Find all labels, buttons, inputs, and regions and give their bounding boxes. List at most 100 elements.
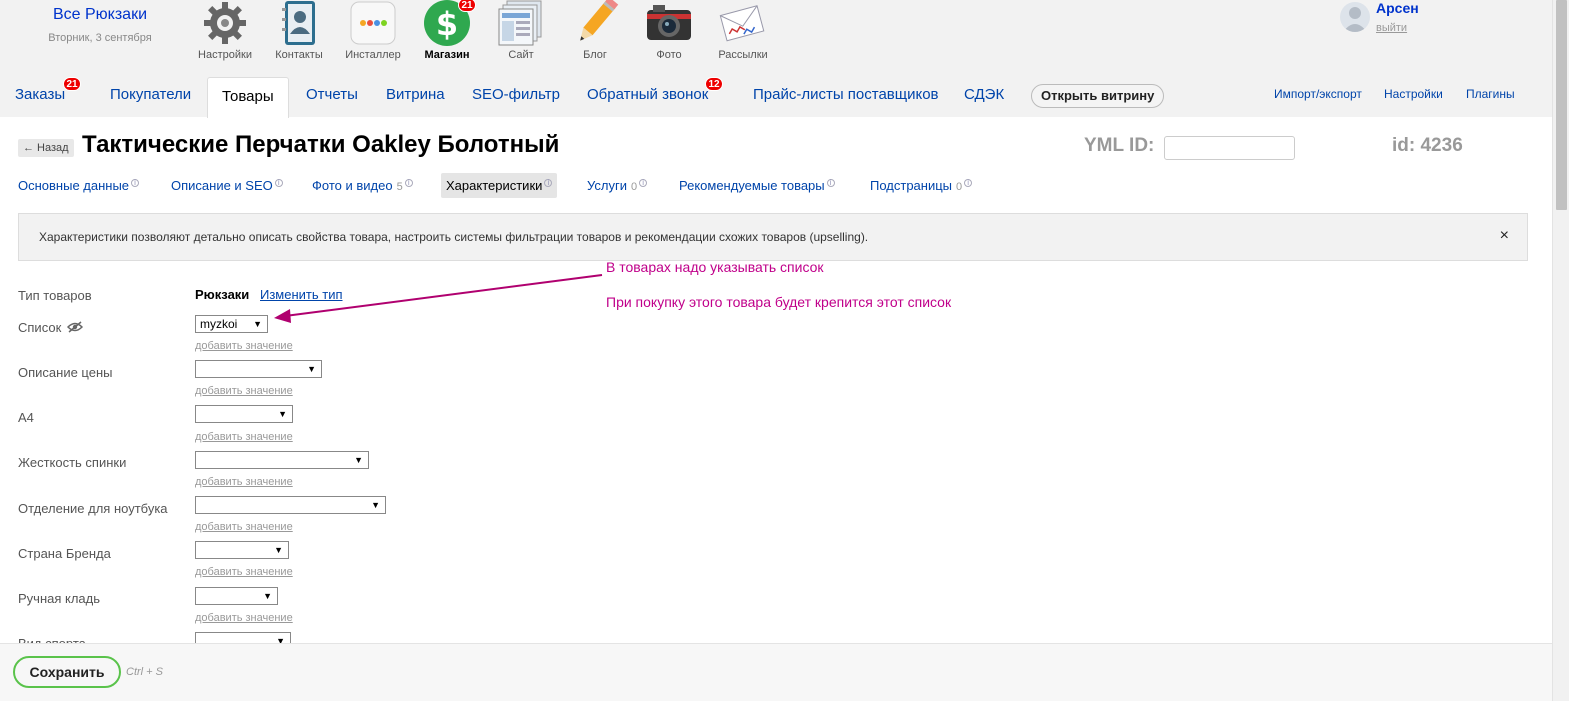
info-icon: i bbox=[826, 178, 835, 187]
app-photo[interactable]: Фото bbox=[638, 0, 700, 61]
nav-tab-orders[interactable]: Заказы 21 bbox=[15, 77, 81, 103]
save-bar: Сохранить Ctrl + S bbox=[0, 643, 1552, 701]
shop-dollar-icon: $ 21 bbox=[423, 0, 476, 46]
subtab-description-seo[interactable]: Описание и SEO i bbox=[171, 178, 283, 193]
nav-tab-label: Обратный звонок bbox=[587, 86, 709, 103]
back-button[interactable]: ← Назад bbox=[18, 139, 74, 157]
add-value-link[interactable]: добавить значение bbox=[195, 476, 293, 488]
feature-label-hand-luggage: Ручная кладь bbox=[18, 591, 101, 606]
product-id: id: 4236 bbox=[1392, 135, 1463, 156]
logout-link[interactable]: выйти bbox=[1376, 22, 1407, 34]
dropdown-arrow-icon: ▼ bbox=[263, 591, 272, 601]
feature-label-back-stiffness: Жесткость спинки bbox=[18, 455, 127, 470]
subtab-label: Характеристики bbox=[446, 178, 543, 193]
account-name[interactable]: Все Рюкзаки bbox=[30, 6, 170, 24]
orders-badge: 21 bbox=[63, 77, 81, 91]
feature-select-a4[interactable]: ▼ bbox=[195, 405, 293, 423]
current-date: Вторник, 3 сентября bbox=[48, 32, 152, 44]
mail-letters-icon bbox=[719, 0, 767, 46]
add-value-link[interactable]: добавить значение bbox=[195, 385, 293, 397]
app-settings[interactable]: Настройки bbox=[194, 0, 256, 61]
yml-id-label: YML ID: bbox=[1084, 135, 1155, 156]
feature-select-brand-country[interactable]: ▼ bbox=[195, 541, 289, 559]
subtab-label: Описание и SEO bbox=[171, 178, 273, 193]
subtab-count: 0 bbox=[630, 181, 638, 193]
camera-icon bbox=[645, 0, 693, 46]
nav-tab-cdek[interactable]: СДЭК bbox=[964, 86, 1004, 103]
add-value-link[interactable]: добавить значение bbox=[195, 431, 293, 443]
subtab-label: Подстраницы bbox=[870, 178, 953, 193]
info-icon: i bbox=[274, 178, 283, 187]
feature-select-back-stiffness[interactable]: ▼ bbox=[195, 451, 369, 469]
nav-tab-seo-filter[interactable]: SEO-фильтр bbox=[472, 86, 560, 103]
subtab-count: 5 bbox=[396, 181, 403, 193]
save-button[interactable]: Сохранить bbox=[13, 656, 121, 688]
svg-text:$: $ bbox=[436, 5, 458, 43]
feature-select-hand-luggage[interactable]: ▼ bbox=[195, 587, 278, 605]
nav-import-export[interactable]: Импорт/экспорт bbox=[1274, 87, 1362, 101]
app-label: Блог bbox=[583, 49, 607, 61]
main-nav: Заказы 21 Покупатели Товары Отчеты Витри… bbox=[0, 77, 1552, 118]
pencil-icon bbox=[571, 0, 619, 46]
dropdown-arrow-icon: ▼ bbox=[307, 364, 316, 374]
app-label: Инсталлер bbox=[345, 49, 401, 61]
avatar[interactable] bbox=[1340, 2, 1370, 32]
subtab-main-data[interactable]: Основные данные i bbox=[18, 178, 140, 193]
open-storefront-button[interactable]: Открыть витрину bbox=[1031, 84, 1165, 108]
subtab-subpages[interactable]: Подстраницы 0 i bbox=[870, 178, 973, 193]
site-pages-icon bbox=[497, 0, 545, 46]
add-value-link[interactable]: добавить значение bbox=[195, 340, 293, 352]
subtab-recommended[interactable]: Рекомендуемые товары i bbox=[679, 178, 835, 193]
contacts-book-icon bbox=[275, 0, 323, 46]
change-type-link[interactable]: Изменить тип bbox=[260, 287, 343, 302]
nav-settings[interactable]: Настройки bbox=[1384, 87, 1443, 101]
annotation-line-2: При покупку этого товара будет крепится … bbox=[606, 294, 952, 310]
feature-label-laptop-compartment: Отделение для ноутбука bbox=[18, 501, 168, 516]
add-value-link[interactable]: добавить значение bbox=[195, 521, 293, 533]
eye-slash-icon[interactable] bbox=[66, 321, 83, 333]
app-header: Все Рюкзаки Вторник, 3 сентября Настройк… bbox=[0, 0, 1552, 118]
dropdown-arrow-icon: ▼ bbox=[371, 500, 380, 510]
subtab-label: Рекомендуемые товары bbox=[679, 178, 825, 193]
app-label: Фото bbox=[656, 49, 682, 61]
app-contacts[interactable]: Контакты bbox=[268, 0, 330, 61]
nav-tab-reports[interactable]: Отчеты bbox=[306, 86, 358, 103]
nav-tab-customers[interactable]: Покупатели bbox=[110, 86, 191, 103]
app-shop[interactable]: $ 21 Магазин bbox=[416, 0, 478, 61]
feature-select-list[interactable]: myzkoi ▼ bbox=[195, 315, 268, 333]
feature-select-laptop-compartment[interactable]: ▼ bbox=[195, 496, 386, 514]
scrollbar-thumb[interactable] bbox=[1556, 0, 1567, 210]
app-blog[interactable]: Блог bbox=[564, 0, 626, 61]
user-name[interactable]: Арсен bbox=[1376, 0, 1419, 16]
nav-tab-callback[interactable]: Обратный звонок 12 bbox=[587, 77, 723, 103]
subtab-features[interactable]: Характеристики i bbox=[441, 173, 558, 198]
product-type-value: Рюкзаки bbox=[195, 287, 250, 302]
nav-tab-storefront[interactable]: Витрина bbox=[386, 86, 445, 103]
feature-select-price-description[interactable]: ▼ bbox=[195, 360, 322, 378]
nav-tab-products[interactable]: Товары bbox=[207, 77, 289, 118]
app-installer[interactable]: Инсталлер bbox=[342, 0, 404, 61]
dropdown-arrow-icon: ▼ bbox=[354, 455, 363, 465]
gear-icon bbox=[201, 0, 249, 46]
add-value-link[interactable]: добавить значение bbox=[195, 612, 293, 624]
scrollbar[interactable] bbox=[1552, 0, 1569, 701]
feature-label-a4: А4 bbox=[18, 410, 34, 425]
app-site[interactable]: Сайт bbox=[490, 0, 552, 61]
subtab-photo-video[interactable]: Фото и видео 5 i bbox=[312, 178, 413, 193]
callback-badge: 12 bbox=[705, 77, 723, 91]
shop-badge: 21 bbox=[458, 0, 476, 12]
subtab-label: Фото и видео bbox=[312, 178, 393, 193]
page-title: Тактические Перчатки Oakley Болотный bbox=[82, 131, 560, 158]
save-shortcut-hint: Ctrl + S bbox=[126, 666, 163, 678]
app-mailer[interactable]: Рассылки bbox=[712, 0, 774, 61]
add-value-link[interactable]: добавить значение bbox=[195, 566, 293, 578]
subtab-services[interactable]: Услуги 0 i bbox=[587, 178, 648, 193]
close-icon[interactable]: × bbox=[1500, 227, 1509, 245]
nav-tab-supplier-pricelists[interactable]: Прайс-листы поставщиков bbox=[753, 86, 939, 103]
subtab-count: 0 bbox=[956, 181, 963, 193]
info-icon: i bbox=[639, 178, 648, 187]
select-value: myzkoi bbox=[200, 317, 238, 331]
yml-id-input[interactable] bbox=[1164, 136, 1295, 160]
product-type-label: Тип товаров bbox=[18, 288, 92, 303]
nav-plugins[interactable]: Плагины bbox=[1466, 87, 1515, 101]
